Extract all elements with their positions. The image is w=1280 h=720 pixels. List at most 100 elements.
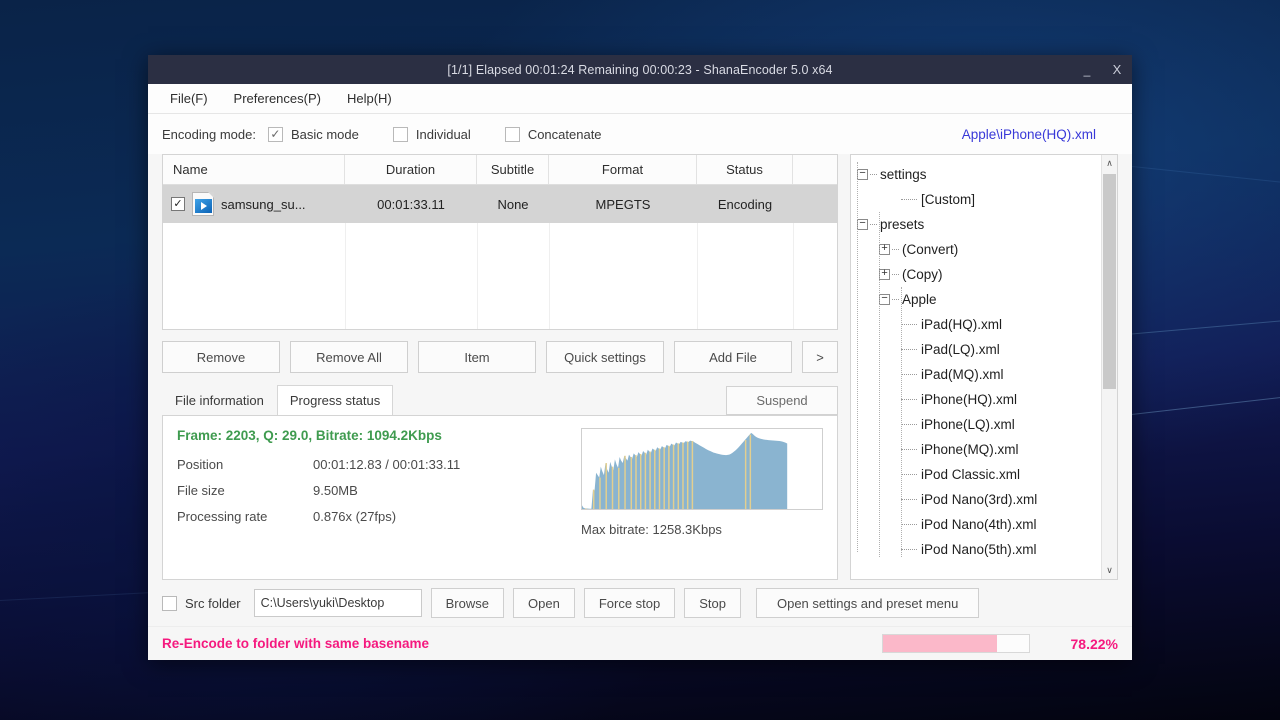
tree-collapse-icon[interactable]: − <box>857 169 868 180</box>
tree-item-label: (Convert) <box>902 242 958 257</box>
shanaencoder-window: [1/1] Elapsed 00:01:24 Remaining 00:00:2… <box>148 55 1132 660</box>
quick-settings-button[interactable]: Quick settings <box>546 341 664 373</box>
processing-rate-label: Processing rate <box>177 509 313 524</box>
processing-rate-value: 0.876x (27fps) <box>313 509 396 524</box>
column-header-status[interactable]: Status <box>697 155 793 184</box>
file-size-label: File size <box>177 483 313 498</box>
tree-connector <box>901 499 917 500</box>
add-file-button[interactable]: Add File <box>674 341 792 373</box>
remove-all-button[interactable]: Remove All <box>290 341 408 373</box>
encoding-mode-row: Encoding mode: ✓ Basic mode Individual C… <box>148 114 1132 154</box>
tree-expand-icon[interactable]: + <box>879 269 890 280</box>
tree-leaf-item[interactable]: iPhone(HQ).xml <box>857 387 1101 412</box>
action-button-row: Remove Remove All Item Quick settings Ad… <box>162 341 838 373</box>
tree-leaf-item[interactable]: iPhone(LQ).xml <box>857 412 1101 437</box>
checkbox-concatenate[interactable]: Concatenate <box>505 127 602 142</box>
tree-leaf-item[interactable]: iPad(HQ).xml <box>857 312 1101 337</box>
tree-leaf-item[interactable]: iPod Classic.xml <box>857 462 1101 487</box>
checkbox-individual[interactable]: Individual <box>393 127 471 142</box>
menu-item-preferences[interactable]: Preferences(P) <box>224 87 331 110</box>
tree-leaf-item[interactable]: iPod Nano(3rd).xml <box>857 487 1101 512</box>
stop-button[interactable]: Stop <box>684 588 741 618</box>
menu-bar: File(F) Preferences(P) Help(H) <box>148 84 1132 114</box>
more-arrow-button[interactable]: > <box>802 341 838 373</box>
column-header-name[interactable]: Name <box>163 155 345 184</box>
bitrate-graph-svg <box>582 429 822 509</box>
bitrate-graph-area: Max bitrate: 1258.3Kbps <box>581 428 823 569</box>
file-table-body: ✓ samsung_su... 00:01:33.11 None MPEGTS … <box>163 185 837 329</box>
open-button[interactable]: Open <box>513 588 575 618</box>
tree-item-label: iPhone(LQ).xml <box>921 417 1015 432</box>
tree-group-item[interactable]: − settings <box>857 162 1101 187</box>
bottom-toolbar: Src folder C:\Users\yuki\Desktop Browse … <box>148 580 1132 626</box>
remove-button[interactable]: Remove <box>162 341 280 373</box>
tree-connector <box>901 549 917 550</box>
tree-leaf-item[interactable]: iPod Nano(4th).xml <box>857 512 1101 537</box>
encoding-mode-label: Encoding mode: <box>162 127 256 142</box>
tree-item-label: iPad(MQ).xml <box>921 367 1004 382</box>
position-label: Position <box>177 457 313 472</box>
tree-leaf-item[interactable]: iPad(MQ).xml <box>857 362 1101 387</box>
frame-summary: Frame: 2203, Q: 29.0, Bitrate: 1094.2Kbp… <box>177 428 569 443</box>
scrollbar-thumb[interactable] <box>1103 174 1116 389</box>
column-header-duration[interactable]: Duration <box>345 155 477 184</box>
minimize-icon[interactable]: _ <box>1072 55 1102 84</box>
force-stop-button[interactable]: Force stop <box>584 588 675 618</box>
table-row[interactable]: ✓ samsung_su... 00:01:33.11 None MPEGTS … <box>163 185 837 223</box>
menu-item-file[interactable]: File(F) <box>160 87 218 110</box>
checkbox-concatenate-label: Concatenate <box>528 127 602 142</box>
tree-leaf-item[interactable]: iPhone(MQ).xml <box>857 437 1101 462</box>
tree-item-label: iPhone(HQ).xml <box>921 392 1017 407</box>
item-button[interactable]: Item <box>418 341 536 373</box>
tree-item-label: settings <box>880 167 927 182</box>
file-format: MPEGTS <box>549 185 697 223</box>
row-checkbox[interactable]: ✓ <box>171 197 185 211</box>
preset-tree-scrollbar[interactable]: ∧ ∨ <box>1101 155 1117 579</box>
tree-leaf-item[interactable]: [Custom] <box>857 187 1101 212</box>
menu-item-help[interactable]: Help(H) <box>337 87 402 110</box>
checkbox-basic-mode-box: ✓ <box>268 127 283 142</box>
tree-item-label: (Copy) <box>902 267 943 282</box>
active-preset-link[interactable]: Apple\iPhone(HQ).xml <box>962 127 1118 142</box>
output-path-input[interactable]: C:\Users\yuki\Desktop <box>254 589 422 617</box>
checkbox-individual-box <box>393 127 408 142</box>
tree-group-item[interactable]: + (Convert) <box>857 237 1101 262</box>
tree-connector <box>901 324 917 325</box>
progress-percent-label: 78.22% <box>1030 636 1118 652</box>
preset-tree-items[interactable]: − settings [Custom]−presets + (Convert) + (Cop… <box>851 155 1101 579</box>
checkbox-basic-mode[interactable]: ✓ Basic mode <box>268 127 359 142</box>
position-value: 00:01:12.83 / 00:01:33.11 <box>313 457 460 472</box>
tree-leaf-item[interactable]: iPod Nano(5th).xml <box>857 537 1101 562</box>
column-header-subtitle[interactable]: Subtitle <box>477 155 549 184</box>
tree-group-item[interactable]: − Apple <box>857 287 1101 312</box>
checkbox-concatenate-box <box>505 127 520 142</box>
scroll-down-icon[interactable]: ∨ <box>1102 562 1117 579</box>
checkbox-src-folder[interactable]: Src folder <box>162 596 241 611</box>
tree-connector <box>892 299 899 300</box>
column-header-format[interactable]: Format <box>549 155 697 184</box>
tree-guide-line <box>857 162 858 552</box>
suspend-button[interactable]: Suspend <box>726 386 838 415</box>
tree-connector <box>901 474 917 475</box>
tree-item-label: iPod Nano(3rd).xml <box>921 492 1037 507</box>
open-settings-and-preset-menu-button[interactable]: Open settings and preset menu <box>756 588 979 618</box>
tree-collapse-icon[interactable]: − <box>857 219 868 230</box>
window-title: [1/1] Elapsed 00:01:24 Remaining 00:00:2… <box>148 63 1132 77</box>
tab-progress-status[interactable]: Progress status <box>277 385 393 415</box>
tab-file-information[interactable]: File information <box>162 385 277 415</box>
close-icon[interactable]: X <box>1102 55 1132 84</box>
tree-collapse-icon[interactable]: − <box>879 294 890 305</box>
tree-connector <box>870 224 877 225</box>
tree-item-label: iPod Nano(4th).xml <box>921 517 1037 532</box>
preset-tree: − settings [Custom]−presets + (Convert) + (Cop… <box>850 154 1118 580</box>
scroll-up-icon[interactable]: ∧ <box>1102 155 1117 172</box>
tree-expand-icon[interactable]: + <box>879 244 890 255</box>
tree-item-label: Apple <box>902 292 937 307</box>
browse-button[interactable]: Browse <box>431 588 504 618</box>
tree-group-item[interactable]: + (Copy) <box>857 262 1101 287</box>
tree-item-label: iPod Classic.xml <box>921 467 1020 482</box>
tree-leaf-item[interactable]: iPad(LQ).xml <box>857 337 1101 362</box>
scrollbar-track[interactable] <box>1102 172 1117 562</box>
title-bar: [1/1] Elapsed 00:01:24 Remaining 00:00:2… <box>148 55 1132 84</box>
tree-group-item[interactable]: −presets <box>857 212 1101 237</box>
